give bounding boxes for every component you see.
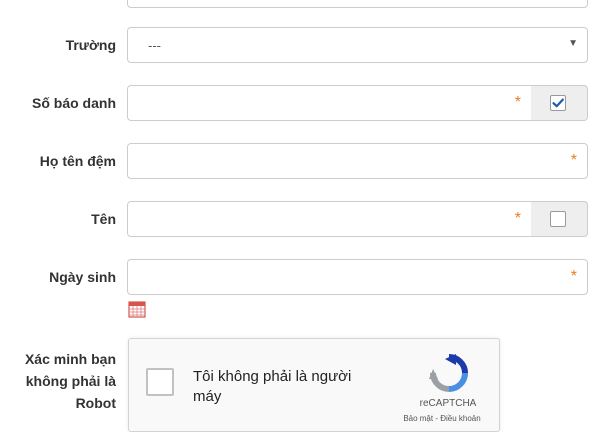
- ten-addon: [531, 201, 588, 237]
- calendar-icon[interactable]: [128, 300, 146, 318]
- so-bao-danh-checkbox[interactable]: [550, 95, 566, 111]
- ten-label: Tên: [91, 211, 116, 227]
- checkmark-icon: [552, 98, 564, 108]
- verify-label: Xác minh bạn không phải là Robot: [0, 348, 116, 414]
- so-bao-danh-label: Số báo danh: [32, 95, 116, 111]
- truong-label: Trường: [65, 37, 116, 53]
- ngay-sinh-input[interactable]: *: [127, 259, 588, 295]
- top-field-partial[interactable]: [127, 0, 588, 8]
- recaptcha-label-line: máy: [193, 388, 222, 405]
- required-asterisk: *: [570, 152, 577, 169]
- truong-selected-value: ---: [148, 38, 161, 53]
- required-asterisk: *: [514, 94, 521, 111]
- recaptcha-label: Tôi không phải là người máy: [193, 367, 383, 407]
- so-bao-danh-addon: [531, 85, 588, 121]
- chevron-down-icon: ▼: [568, 38, 578, 49]
- verify-label-line: Robot: [75, 395, 116, 411]
- ho-ten-dem-input[interactable]: *: [127, 143, 588, 179]
- recaptcha-brand: reCAPTCHA: [419, 398, 477, 409]
- required-asterisk: *: [514, 210, 521, 227]
- ten-input[interactable]: *: [127, 201, 532, 237]
- truong-select[interactable]: --- ▼: [127, 27, 588, 63]
- ten-checkbox[interactable]: [550, 211, 566, 227]
- ngay-sinh-label: Ngày sinh: [49, 269, 116, 285]
- so-bao-danh-input[interactable]: *: [127, 85, 532, 121]
- verify-label-line: Xác minh bạn: [24, 351, 116, 367]
- recaptcha-checkbox[interactable]: [146, 368, 174, 396]
- verify-label-line: không phải là: [25, 373, 116, 389]
- recaptcha-label-line: Tôi không phải là người: [193, 368, 352, 385]
- required-asterisk: *: [570, 268, 577, 285]
- recaptcha-logo-icon: [429, 354, 468, 392]
- recaptcha-links[interactable]: Bảo mật - Điều khoản: [387, 414, 497, 423]
- recaptcha-widget: Tôi không phải là người máy reCAPTCHA Bả…: [128, 338, 500, 432]
- ho-ten-dem-label: Họ tên đệm: [39, 153, 116, 169]
